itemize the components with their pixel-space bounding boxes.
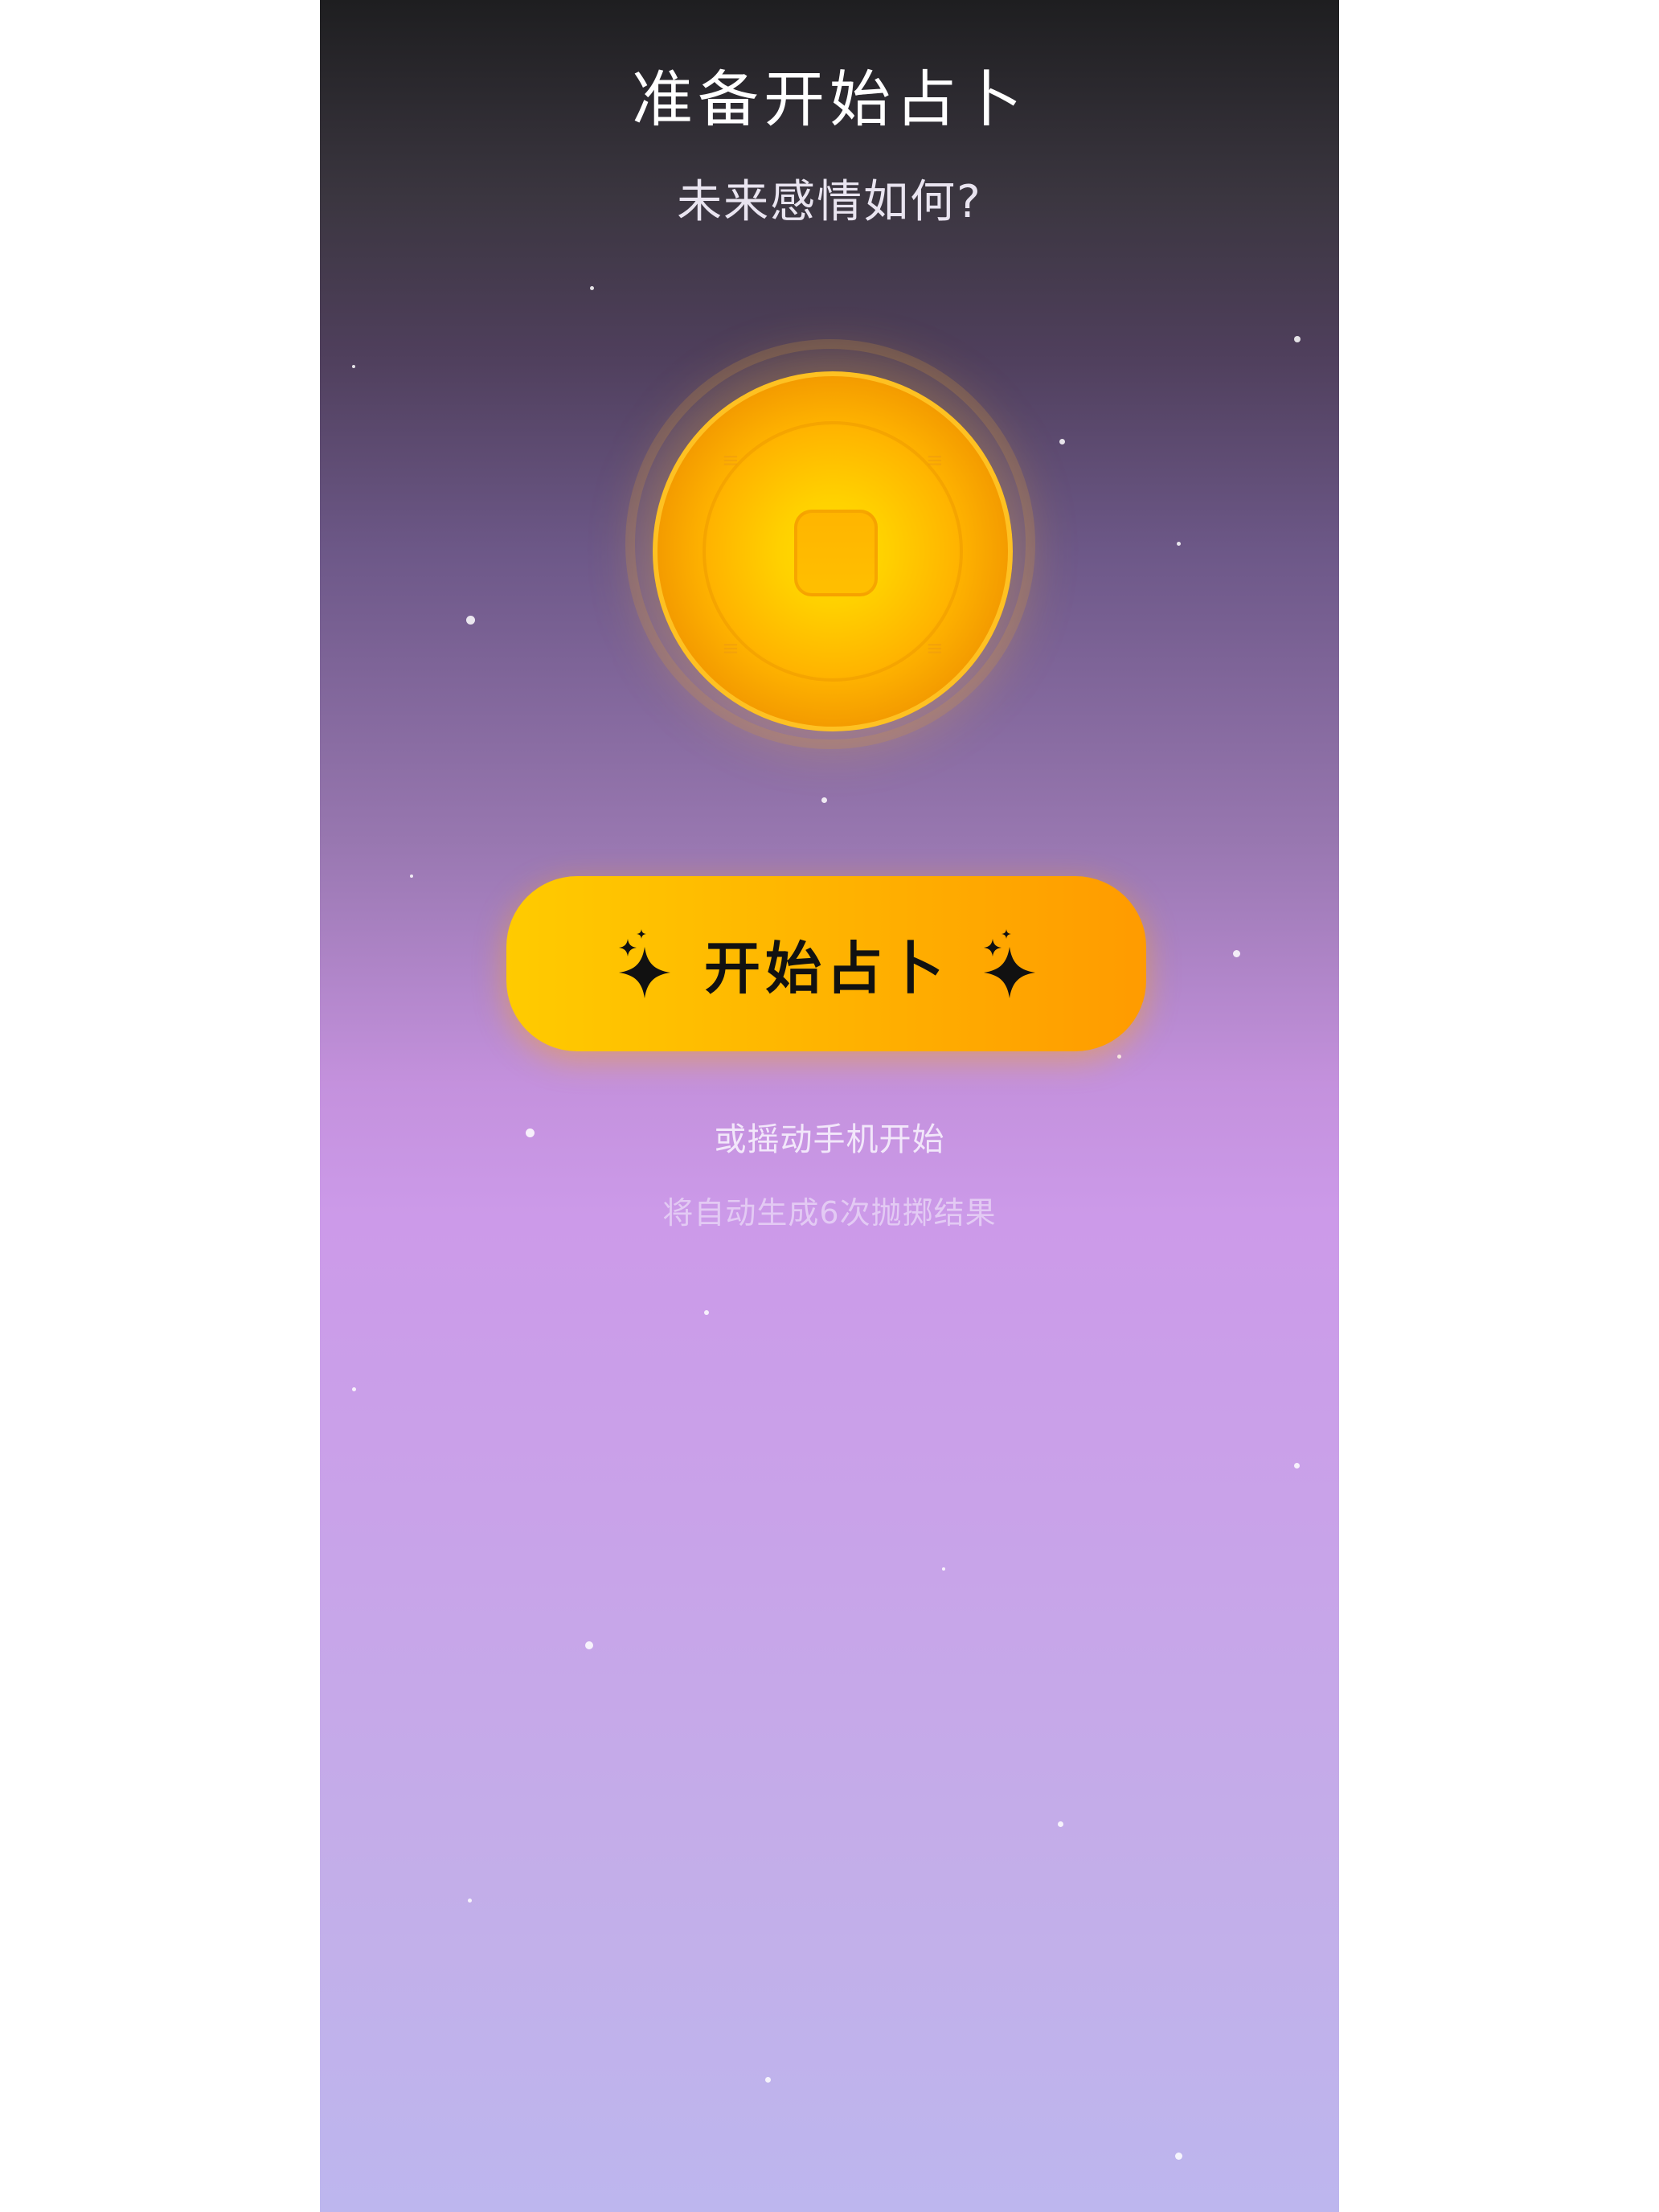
star [765, 2077, 771, 2083]
shake-hint: 或摇动手机开始 [714, 1121, 945, 1158]
star [942, 1567, 945, 1571]
star [466, 616, 475, 625]
star [590, 286, 594, 290]
star [1175, 2153, 1182, 2160]
star [704, 1310, 709, 1315]
auto-generate-hint: 将自动生成6次抛掷结果 [662, 1195, 997, 1231]
star [410, 875, 413, 878]
star [468, 1899, 472, 1903]
coin-icon: ≡ ≡ ≡ ≡ [617, 331, 1043, 757]
divination-screen: 准备开始占卜 未来感情如何? ≡ ≡ ≡ ≡ 开始占卜 或摇动手机开始 将自动生… [320, 0, 1339, 2212]
star [585, 1641, 593, 1649]
coin-engraving: ≡ [926, 637, 944, 661]
page-title: 准备开始占卜 [632, 63, 1027, 135]
sparkles-icon [619, 929, 670, 998]
star [1294, 336, 1301, 342]
sparkles-icon [984, 929, 1035, 998]
star [352, 1387, 356, 1391]
start-button-label: 开始占卜 [704, 935, 948, 1002]
question-subtitle: 未来感情如何? [677, 176, 982, 228]
star [1177, 542, 1181, 546]
star [1059, 439, 1065, 444]
star [1294, 1463, 1300, 1469]
star [1058, 1821, 1063, 1827]
coin-engraving: ≡ [926, 449, 944, 473]
coin-engraving: ≡ [722, 637, 739, 661]
coin-face: ≡ ≡ ≡ ≡ [653, 371, 1013, 731]
coin-engraving: ≡ [722, 449, 739, 473]
coin-square-hole [794, 510, 878, 596]
star [1117, 1055, 1121, 1059]
star [821, 797, 827, 803]
star [352, 365, 355, 368]
start-divination-button[interactable]: 开始占卜 [506, 876, 1146, 1051]
star [1233, 950, 1240, 957]
